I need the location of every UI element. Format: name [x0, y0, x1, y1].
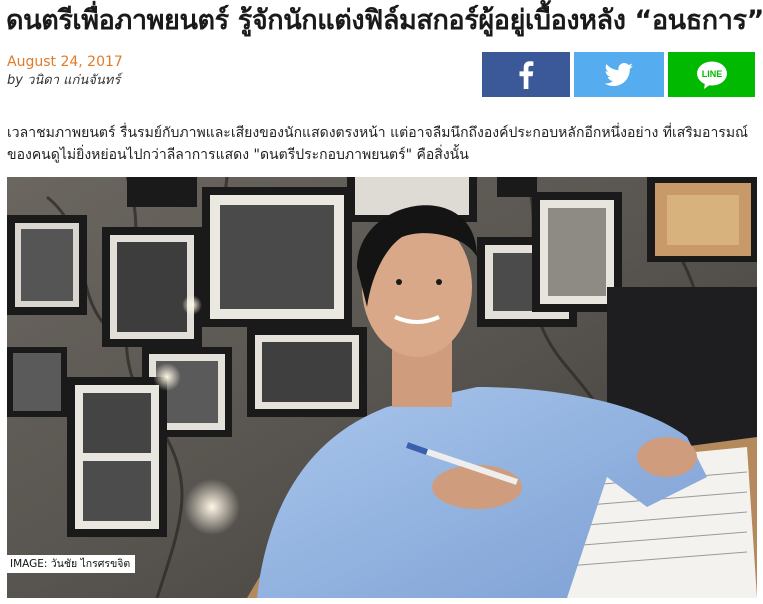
twitter-icon — [604, 62, 634, 87]
facebook-share-button[interactable] — [482, 52, 570, 97]
line-icon: LINE — [696, 60, 728, 90]
article-photo — [7, 177, 757, 598]
article-byline: by วนิดา แก่นจันทร์ — [7, 72, 120, 90]
article-date: August 24, 2017 — [7, 54, 123, 70]
article-headline: ดนตรีเพื่อภาพยนตร์ รู้จักนักแต่งฟิล์มสกอ… — [6, 5, 763, 36]
author-name[interactable]: วนิดา แก่นจันทร์ — [27, 73, 120, 88]
lead-paragraph: เวลาชมภาพยนตร์ รื่นรมย์กับภาพและเสียงของ… — [7, 125, 749, 163]
byline-prefix: by — [7, 73, 23, 88]
line-share-button[interactable]: LINE — [668, 52, 755, 97]
twitter-share-button[interactable] — [574, 52, 664, 97]
facebook-icon — [518, 60, 534, 89]
line-label: LINE — [701, 69, 722, 79]
photo-caption: IMAGE: วันชัย ไกรศรขจิต — [7, 555, 136, 573]
